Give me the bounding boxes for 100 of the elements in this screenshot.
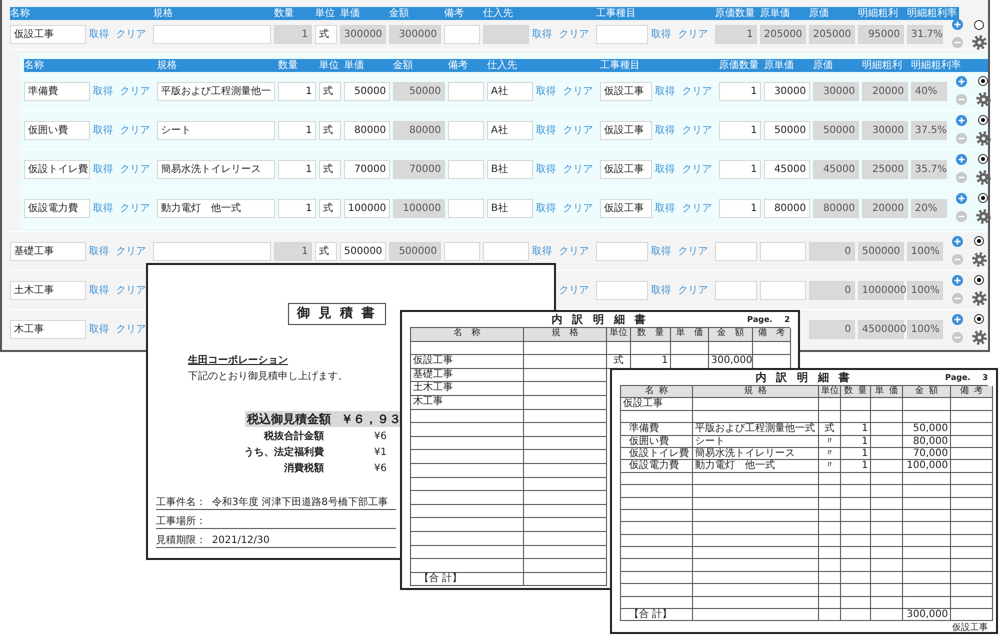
input-field[interactable]: 式 [319, 198, 341, 218]
input-field[interactable]: 100% [907, 280, 943, 300]
get-link[interactable]: 取得 [532, 244, 552, 258]
input-field[interactable]: 500000 [858, 242, 904, 260]
input-field[interactable]: A社 [487, 120, 533, 140]
input-field[interactable]: 31.7% [907, 25, 943, 44]
input-field[interactable]: 300000 [340, 25, 386, 44]
clear-link[interactable]: クリア [563, 122, 593, 138]
get-link[interactable]: 取得 [532, 27, 552, 42]
input-field[interactable]: 4500000 [858, 320, 904, 338]
get-link[interactable]: 取得 [93, 200, 113, 216]
input-field[interactable]: 仮設電力費 [24, 198, 90, 218]
input-field[interactable]: 式 [319, 160, 341, 178]
input-field[interactable]: 100% [907, 320, 943, 338]
input-field[interactable]: 37.5% [911, 120, 947, 140]
input-field[interactable]: 1 [719, 82, 761, 100]
clear-link[interactable]: クリア [559, 282, 589, 298]
input-field[interactable]: 95000 [858, 25, 904, 44]
input-field[interactable]: 式 [315, 242, 337, 260]
clear-link[interactable]: クリア [682, 122, 712, 138]
input-field[interactable]: 0 [809, 280, 855, 300]
input-field[interactable]: 500000 [340, 242, 386, 260]
input-field[interactable]: 205000 [809, 25, 855, 44]
input-field[interactable]: シート [157, 120, 275, 140]
input-field[interactable]: 205000 [760, 25, 806, 44]
get-link[interactable]: 取得 [655, 162, 675, 176]
input-field[interactable]: 20000 [862, 82, 908, 100]
get-link[interactable]: 取得 [536, 122, 556, 138]
get-link[interactable]: 取得 [655, 200, 675, 216]
input-field[interactable]: 50000 [764, 120, 810, 140]
get-link[interactable]: 取得 [93, 162, 113, 176]
input-field[interactable]: 仮設トイレ費 [24, 160, 90, 178]
get-link[interactable]: 取得 [89, 27, 109, 42]
input-field[interactable]: B社 [487, 160, 533, 178]
get-link[interactable]: 取得 [536, 200, 556, 216]
input-field[interactable]: 平版および工程測量他一 [157, 82, 275, 100]
clear-link[interactable]: クリア [116, 244, 146, 258]
get-link[interactable]: 取得 [536, 162, 556, 176]
get-link[interactable]: 取得 [651, 244, 671, 258]
get-link[interactable]: 取得 [89, 244, 109, 258]
clear-link[interactable]: クリア [678, 27, 708, 42]
input-field[interactable]: 80000 [764, 198, 810, 218]
input-field[interactable]: 1 [278, 160, 316, 178]
clear-link[interactable]: クリア [116, 27, 146, 42]
input-field[interactable]: 式 [319, 82, 341, 100]
input-field[interactable]: 100000 [344, 198, 390, 218]
input-field[interactable]: 仮設工事 [600, 160, 652, 178]
input-field[interactable]: 0 [809, 320, 855, 338]
get-link[interactable]: 取得 [93, 122, 113, 138]
clear-link[interactable]: クリア [116, 322, 146, 336]
input-field[interactable]: 80000 [813, 198, 859, 218]
input-field[interactable]: 70000 [393, 160, 445, 178]
input-field[interactable]: 1 [278, 82, 316, 100]
input-field[interactable]: 40% [911, 82, 947, 100]
input-field[interactable]: 1 [719, 160, 761, 178]
clear-link[interactable]: クリア [563, 200, 593, 216]
input-field[interactable]: 30000 [764, 82, 810, 100]
get-link[interactable]: 取得 [655, 122, 675, 138]
input-field[interactable]: 25000 [862, 160, 908, 178]
input-field[interactable]: 50000 [344, 82, 390, 100]
input-field[interactable]: 50000 [393, 82, 445, 100]
input-field[interactable]: A社 [487, 82, 533, 100]
input-field[interactable]: 1 [719, 120, 761, 140]
input-field[interactable]: 45000 [764, 160, 810, 178]
clear-link[interactable]: クリア [682, 162, 712, 176]
input-field[interactable]: 仮設工事 [600, 198, 652, 218]
input-field[interactable]: 45000 [813, 160, 859, 178]
input-field[interactable]: 1 [274, 242, 312, 260]
get-link[interactable]: 取得 [651, 282, 671, 298]
get-link[interactable]: 取得 [655, 84, 675, 98]
input-field[interactable]: 仮設工事 [600, 82, 652, 100]
input-field[interactable]: 100000 [393, 198, 445, 218]
clear-link[interactable]: クリア [678, 244, 708, 258]
input-field[interactable]: 30000 [862, 120, 908, 140]
input-field[interactable]: 20% [911, 198, 947, 218]
input-field[interactable]: 木工事 [10, 320, 86, 338]
clear-link[interactable]: クリア [682, 200, 712, 216]
input-field[interactable]: 50000 [813, 120, 859, 140]
input-field[interactable]: 100% [907, 242, 943, 260]
clear-link[interactable]: クリア [678, 282, 708, 298]
input-field[interactable]: 土木工事 [10, 280, 86, 300]
input-field[interactable]: 仮囲い費 [24, 120, 90, 140]
input-field[interactable]: 式 [319, 120, 341, 140]
input-field[interactable]: 準備費 [24, 82, 90, 100]
input-field[interactable]: B社 [487, 198, 533, 218]
input-field[interactable]: 70000 [344, 160, 390, 178]
input-field[interactable]: 1 [274, 25, 312, 44]
input-field[interactable]: 基礎工事 [10, 242, 86, 260]
input-field[interactable]: 30000 [813, 82, 859, 100]
get-link[interactable]: 取得 [536, 84, 556, 98]
input-field[interactable]: 1 [278, 120, 316, 140]
clear-link[interactable]: クリア [116, 282, 146, 298]
input-field[interactable]: 1 [278, 198, 316, 218]
clear-link[interactable]: クリア [563, 84, 593, 98]
clear-link[interactable]: クリア [559, 244, 589, 258]
input-field[interactable]: 仮設工事 [600, 120, 652, 140]
input-field[interactable]: 300000 [389, 25, 441, 44]
clear-link[interactable]: クリア [563, 162, 593, 176]
clear-link[interactable]: クリア [120, 162, 150, 176]
input-field[interactable]: 20000 [862, 198, 908, 218]
